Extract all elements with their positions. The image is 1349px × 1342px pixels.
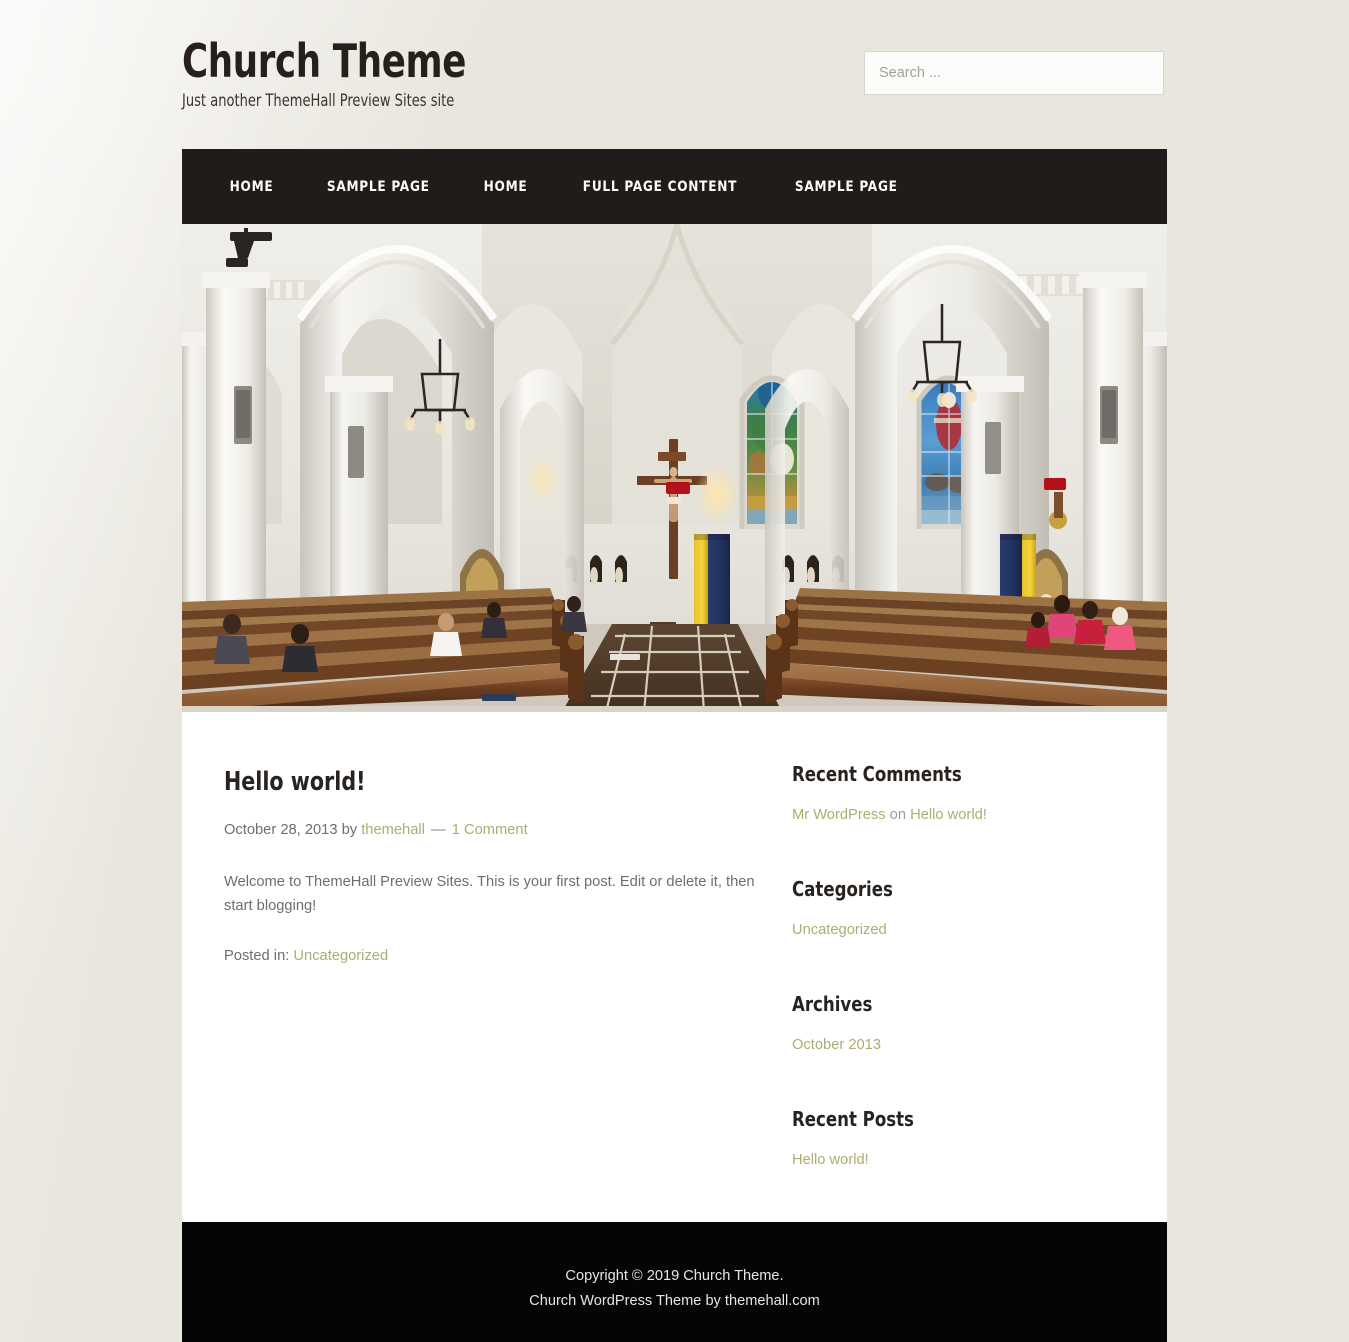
recent-post-link-hello-world[interactable]: Hello world!	[792, 1152, 869, 1168]
list-item: Uncategorized	[792, 918, 1133, 943]
nav-item-sample-page-2[interactable]: Sample Page	[772, 179, 919, 195]
content-area: Hello world! October 28, 2013 by themeha…	[182, 712, 1167, 1222]
widget-title-recent-comments: Recent Comments	[792, 762, 962, 786]
site-header: Church Theme Just another ThemeHall Prev…	[0, 0, 1349, 149]
search-input[interactable]	[864, 51, 1164, 95]
widget-recent-posts: Recent Posts Hello world!	[792, 1107, 1133, 1173]
post-comments-link[interactable]: 1 Comment	[452, 822, 528, 838]
sidebar: Recent Comments Mr WordPress on Hello wo…	[782, 750, 1167, 1222]
list-item: Hello world!	[792, 1148, 1133, 1173]
post-hello-world: Hello world! October 28, 2013 by themeha…	[224, 768, 758, 964]
post-body: Welcome to ThemeHall Preview Sites. This…	[224, 874, 755, 914]
footer-credit-prefix: Church WordPress Theme by	[529, 1293, 721, 1310]
category-link-uncategorized[interactable]: Uncategorized	[792, 922, 887, 938]
nav-item-home-1[interactable]: Home	[207, 179, 295, 195]
post-author-link[interactable]: themehall	[361, 822, 425, 838]
comment-post-link[interactable]: Hello world!	[910, 807, 987, 823]
widget-recent-comments: Recent Comments Mr WordPress on Hello wo…	[792, 762, 1133, 828]
nav-item-home-2[interactable]: Home	[461, 179, 549, 195]
post-title: Hello world!	[224, 767, 366, 797]
comment-author-link[interactable]: Mr WordPress	[792, 807, 886, 823]
widget-archives: Archives October 2013	[792, 992, 1133, 1058]
search-form[interactable]	[864, 51, 1164, 95]
recent-comment-item: Mr WordPress on Hello world!	[792, 803, 1133, 828]
footer-credit-link[interactable]: themehall.com	[725, 1293, 820, 1309]
page: Church Theme Just another ThemeHall Prev…	[0, 0, 1349, 1342]
nav-item-full-page-content[interactable]: Full Page Content	[560, 179, 759, 195]
widget-title-recent-posts: Recent Posts	[792, 1106, 914, 1131]
comment-on-label: on	[889, 807, 907, 823]
footer-credit: Church WordPress Theme by themehall.com	[182, 1289, 1167, 1315]
archive-link-october-2013[interactable]: October 2013	[792, 1037, 881, 1053]
post-by-label: by	[341, 822, 358, 839]
widget-title-archives: Archives	[792, 991, 873, 1016]
post-date: October 28, 2013	[224, 822, 338, 839]
post-footer: Posted in: Uncategorized	[224, 948, 758, 964]
post-category-link[interactable]: Uncategorized	[293, 948, 388, 964]
widget-title-categories: Categories	[792, 876, 893, 901]
list-item: October 2013	[792, 1033, 1133, 1058]
post-meta: October 28, 2013 by themehall — 1 Commen…	[224, 819, 758, 841]
posted-in-label: Posted in:	[224, 947, 290, 964]
widget-categories: Categories Uncategorized	[792, 877, 1133, 943]
site-footer: Copyright © 2019 Church Theme. Church Wo…	[182, 1221, 1167, 1342]
main-navigation[interactable]: Home Sample Page Home Full Page Content …	[182, 149, 1167, 224]
hero-image-church-interior	[182, 224, 1167, 712]
post-meta-separator: —	[430, 822, 446, 839]
nav-item-sample-page-1[interactable]: Sample Page	[305, 179, 452, 195]
primary-content: Hello world! October 28, 2013 by themeha…	[182, 750, 782, 1222]
footer-copyright: Copyright © 2019 Church Theme.	[565, 1267, 784, 1284]
